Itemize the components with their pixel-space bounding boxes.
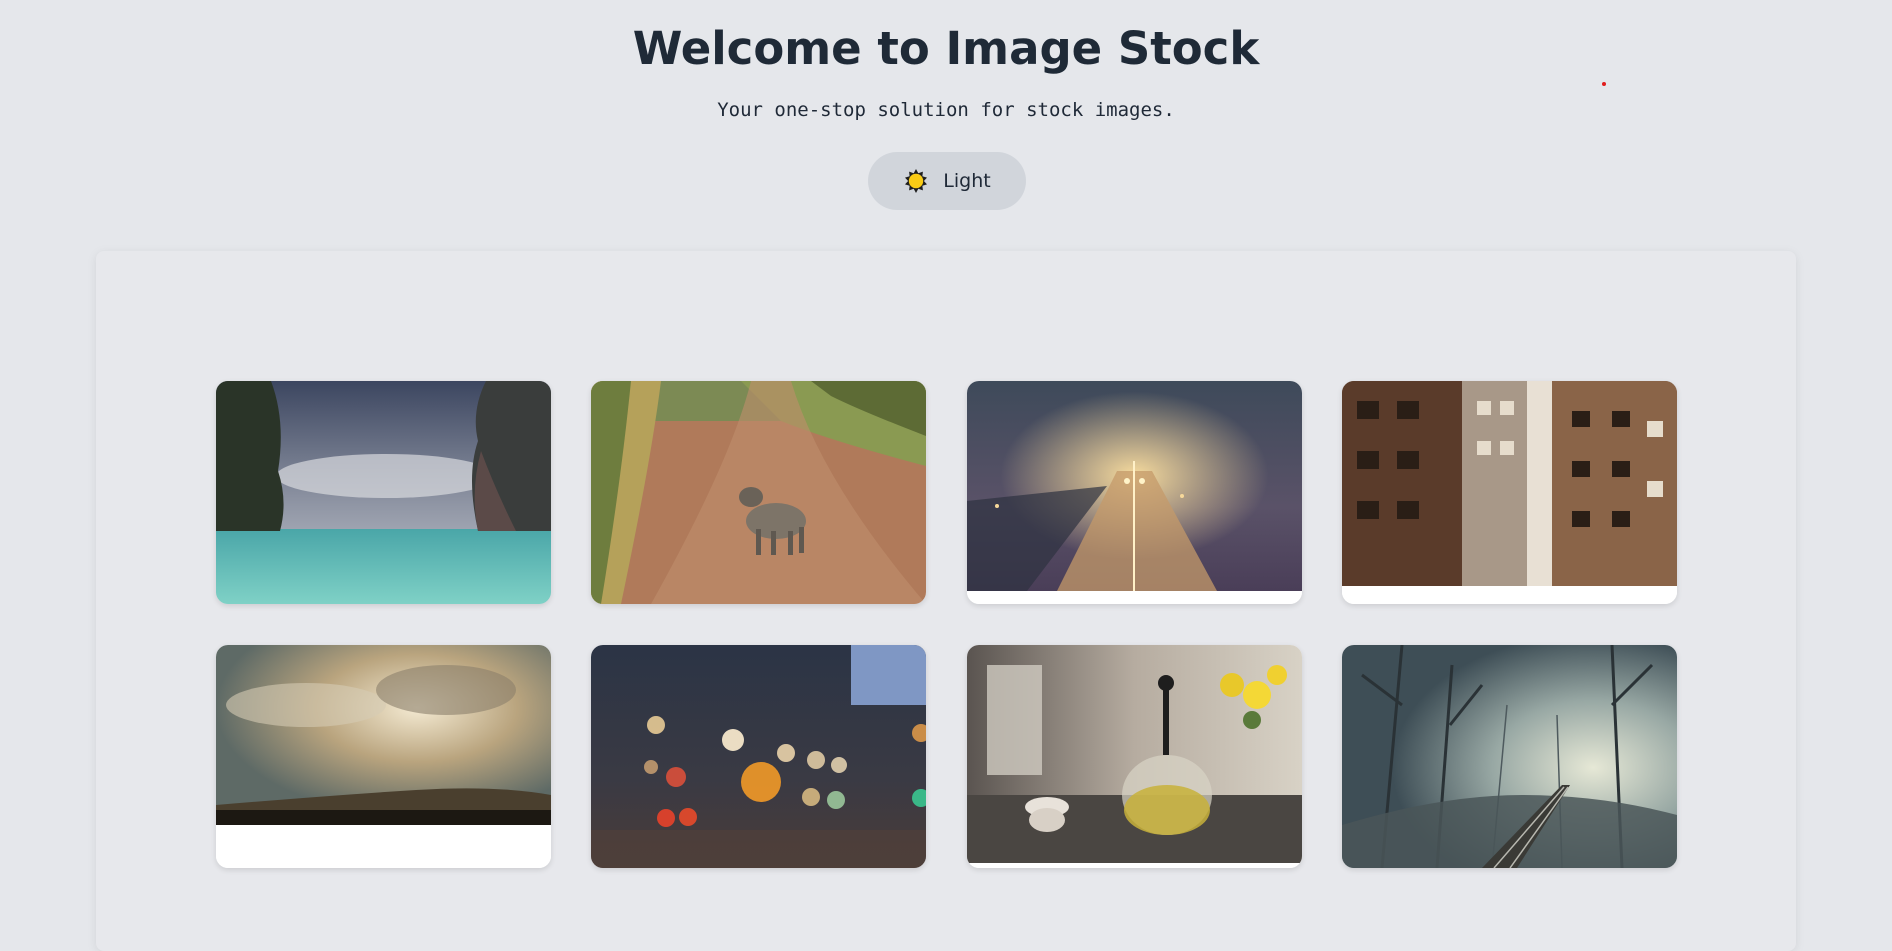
sunbeams-hills-image [216,645,551,868]
city-buildings-image [1342,381,1677,604]
indicator-dot [1602,82,1606,86]
teapot-roses-image [967,645,1302,868]
page-subtitle: Your one-stop solution for stock images. [717,99,1175,121]
page-title: Welcome to Image Stock [632,22,1260,75]
bay-cliffs-image [216,381,551,604]
image-card[interactable] [967,645,1302,868]
sun-icon [905,169,928,193]
leopard-road-image [591,381,926,604]
foggy-station-image [967,381,1302,604]
image-card[interactable] [216,381,551,604]
image-card[interactable] [1342,645,1677,868]
theme-toggle-button[interactable]: Light [868,152,1026,210]
gallery-panel [96,251,1796,951]
theme-toggle-label: Light [943,170,991,192]
city-bokeh-image [591,645,926,868]
image-card[interactable] [591,381,926,604]
image-card[interactable] [216,645,551,868]
misty-railway-image [1342,645,1677,868]
image-card[interactable] [591,645,926,868]
image-card[interactable] [967,381,1302,604]
image-card[interactable] [1342,381,1677,604]
